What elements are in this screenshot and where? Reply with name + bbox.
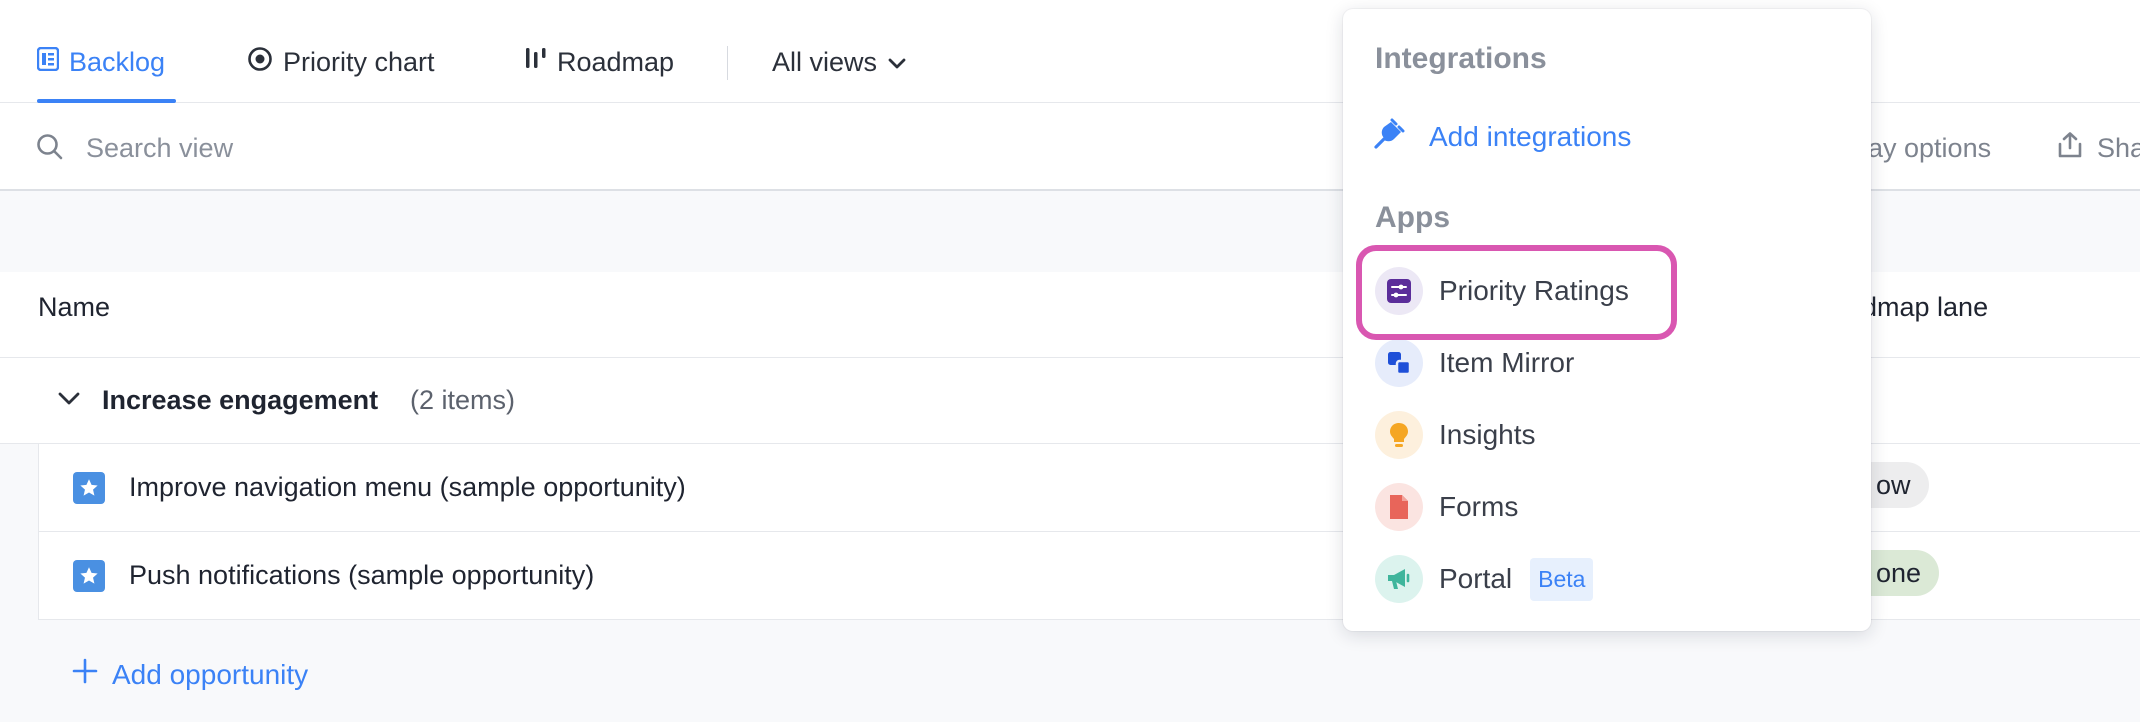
column-header-roadmap-lane[interactable]: dmap lane bbox=[1862, 292, 1988, 323]
roadmap-lane-label: ow bbox=[1876, 469, 1911, 500]
group-title: Increase engagement bbox=[102, 385, 379, 415]
app-label: Portal bbox=[1439, 563, 1513, 594]
opportunity-name[interactable]: Improve navigation menu (sample opportun… bbox=[129, 472, 686, 503]
tab-priority-chart[interactable]: Priority chart bbox=[247, 40, 435, 84]
app-label: Priority Ratings bbox=[1439, 275, 1629, 306]
sliders-icon bbox=[1375, 267, 1423, 315]
display-options-label: lay options bbox=[1862, 132, 1992, 163]
search-input[interactable] bbox=[86, 128, 586, 168]
roadmap-icon bbox=[525, 46, 547, 79]
tab-backlog[interactable]: Backlog bbox=[36, 40, 166, 84]
beta-badge: Beta bbox=[1530, 557, 1594, 601]
tab-backlog-label: Backlog bbox=[69, 46, 166, 77]
apps-heading: Apps bbox=[1375, 201, 1450, 234]
app-insights[interactable]: Insights bbox=[1375, 411, 1536, 459]
opportunity-star-icon bbox=[73, 560, 105, 592]
form-doc-icon bbox=[1375, 483, 1423, 531]
app-item-mirror[interactable]: Item Mirror bbox=[1375, 339, 1574, 387]
chevron-down-icon bbox=[887, 47, 907, 78]
add-opportunity-label: Add opportunity bbox=[112, 658, 309, 690]
add-opportunity-button[interactable]: Add opportunity bbox=[72, 658, 308, 691]
search-icon bbox=[36, 133, 64, 166]
collapse-chevron-icon[interactable] bbox=[56, 390, 82, 413]
all-views-label: All views bbox=[772, 46, 878, 77]
list-doc-icon bbox=[36, 46, 60, 78]
share-label: Sha bbox=[2097, 132, 2140, 163]
roadmap-lane-label: one bbox=[1876, 557, 1922, 588]
group-item-count: (2 items) bbox=[410, 385, 516, 415]
megaphone-icon bbox=[1375, 555, 1423, 603]
app-label: Insights bbox=[1439, 419, 1536, 450]
share-icon bbox=[2057, 131, 2083, 166]
tab-roadmap[interactable]: Roadmap bbox=[525, 40, 674, 84]
integrations-heading: Integrations bbox=[1375, 42, 1547, 75]
all-views-dropdown[interactable]: All views bbox=[772, 40, 907, 84]
column-header-name[interactable]: Name bbox=[38, 292, 110, 323]
add-integrations-label: Add integrations bbox=[1429, 121, 1632, 152]
integrations-dropdown-menu: Integrations Add integrations Apps Prior… bbox=[1343, 9, 1871, 631]
display-options-button[interactable]: lay options bbox=[1862, 128, 1991, 168]
share-button[interactable]: Sha bbox=[2057, 128, 2140, 168]
app-portal[interactable]: Portal Beta bbox=[1375, 555, 1594, 603]
mirror-icon bbox=[1375, 339, 1423, 387]
tab-divider bbox=[727, 46, 728, 80]
plus-icon bbox=[72, 658, 98, 691]
opportunity-star-icon bbox=[73, 472, 105, 504]
opportunity-name[interactable]: Push notifications (sample opportunity) bbox=[129, 560, 594, 591]
lightbulb-icon bbox=[1375, 411, 1423, 459]
app-forms[interactable]: Forms bbox=[1375, 483, 1518, 531]
tab-priority-chart-label: Priority chart bbox=[283, 46, 435, 77]
tab-roadmap-label: Roadmap bbox=[557, 46, 675, 77]
app-priority-ratings[interactable]: Priority Ratings bbox=[1375, 267, 1629, 315]
add-integrations-button[interactable]: Add integrations bbox=[1371, 116, 1631, 158]
app-label: Forms bbox=[1439, 491, 1519, 522]
app-label: Item Mirror bbox=[1439, 347, 1575, 378]
target-icon bbox=[247, 46, 273, 79]
plug-icon bbox=[1371, 116, 1407, 159]
